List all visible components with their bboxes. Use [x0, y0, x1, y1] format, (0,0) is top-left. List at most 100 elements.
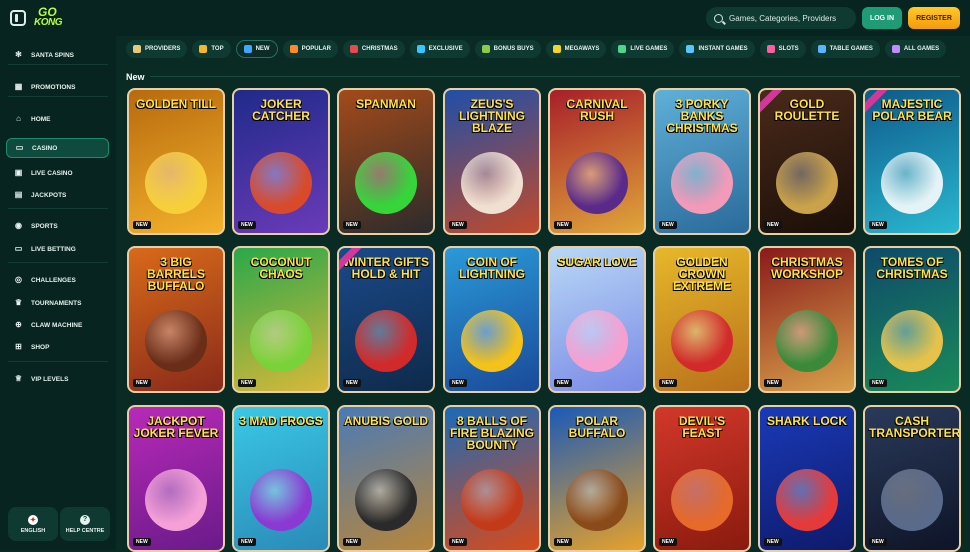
- game-title: ANUBIS GOLD: [344, 414, 428, 428]
- sidebar-item-sports[interactable]: ◉ SPORTS: [6, 216, 109, 236]
- tab-instant-games[interactable]: INSTANT GAMES: [679, 40, 755, 58]
- tab-label: BONUS BUYS: [493, 46, 534, 52]
- new-badge: NEW: [238, 538, 256, 546]
- sidebar-item-jackpots[interactable]: ▤ JACKPOTS: [6, 185, 109, 205]
- game-artwork: [566, 152, 628, 214]
- game-tile[interactable]: COCONUT CHAOS NEW: [232, 246, 330, 393]
- game-artwork: [776, 469, 838, 531]
- sidebar-item-live-casino[interactable]: ▣ LIVE CASINO: [6, 163, 109, 183]
- game-tile[interactable]: MAJESTIC POLAR BEAR NEW: [863, 88, 961, 235]
- game-tile[interactable]: GOLD ROULETTE NEW: [758, 88, 856, 235]
- game-title: DEVIL'S FEAST: [678, 414, 726, 440]
- game-tile[interactable]: 3 PORKY BANKS CHRISTMAS NEW: [653, 88, 751, 235]
- search-input[interactable]: [729, 13, 849, 23]
- sidebar-item-shop[interactable]: ⊞ SHOP: [6, 337, 109, 357]
- language-button[interactable]: ✦ ENGLISH: [8, 507, 58, 541]
- new-badge: NEW: [869, 221, 887, 229]
- game-artwork: [355, 310, 417, 372]
- sidebar-item-live-betting[interactable]: ▭ LIVE BETTING: [6, 239, 109, 259]
- tab-table-games[interactable]: TABLE GAMES: [810, 40, 880, 58]
- help-centre-button[interactable]: ? HELP CENTRE: [60, 507, 110, 541]
- sidebar-item-home[interactable]: ⌂ HOME: [6, 109, 109, 129]
- casino-chip-icon: ▭: [15, 143, 24, 152]
- sidebar-item-tournaments[interactable]: ♛ TOURNAMENTS: [6, 293, 109, 313]
- game-tile[interactable]: GOLDEN CROWN EXTREME NEW: [653, 246, 751, 393]
- new-badge: NEW: [133, 221, 151, 229]
- tab-exclusive[interactable]: EXCLUSIVE: [409, 40, 470, 58]
- tab-slots[interactable]: SLOTS: [759, 40, 806, 58]
- sidebar-item-label: LIVE CASINO: [31, 169, 73, 177]
- login-button[interactable]: LOG IN: [862, 7, 902, 29]
- game-tile[interactable]: TOMES OF CHRISTMAS NEW: [863, 246, 961, 393]
- game-tile[interactable]: ANUBIS GOLD NEW: [337, 405, 435, 552]
- game-tile[interactable]: COIN OF LIGHTNING NEW: [443, 246, 541, 393]
- search-box[interactable]: [706, 7, 856, 29]
- tab-popular[interactable]: POPULAR: [282, 40, 338, 58]
- game-artwork: [671, 152, 733, 214]
- sidebar-item-vip-levels[interactable]: ♕ VIP LEVELS: [6, 369, 109, 389]
- game-tile[interactable]: JACKPOT JOKER FEVER NEW: [127, 405, 225, 552]
- new-badge: NEW: [449, 538, 467, 546]
- tab-megaways[interactable]: MEGAWAYS: [545, 40, 607, 58]
- sidebar-item-label: PROMOTIONS: [31, 83, 76, 91]
- game-tile[interactable]: CASH TRANSPORTER NEW: [863, 405, 961, 552]
- new-badge: NEW: [133, 538, 151, 546]
- game-tile[interactable]: SHARK LOCK NEW: [758, 405, 856, 552]
- new-icon: [243, 45, 252, 53]
- tab-top[interactable]: TOP: [192, 40, 231, 58]
- sidebar-toggle-icon[interactable]: [10, 10, 26, 26]
- sidebar-item-santa-spins[interactable]: ✻ SANTA SPINS: [6, 45, 109, 65]
- sidebar-item-challenges[interactable]: ◎ CHALLENGES: [6, 270, 109, 290]
- all-games-icon: [891, 45, 900, 53]
- game-title: 3 PORKY BANKS CHRISTMAS: [666, 97, 738, 135]
- game-tile[interactable]: 8 BALLS OF FIRE BLAZING BOUNTY NEW: [443, 405, 541, 552]
- game-tile[interactable]: 3 MAD FROGS NEW: [232, 405, 330, 552]
- game-tile[interactable]: ZEUS'S LIGHTNING BLAZE NEW: [443, 88, 541, 235]
- game-tile[interactable]: 3 BIG BARRELS BUFFALO NEW: [127, 246, 225, 393]
- game-title: GOLDEN CROWN EXTREME: [672, 255, 731, 293]
- game-artwork: [881, 310, 943, 372]
- game-title: 8 BALLS OF FIRE BLAZING BOUNTY: [450, 414, 534, 452]
- tab-label: POPULAR: [301, 46, 331, 52]
- tab-label: TABLE GAMES: [829, 46, 873, 52]
- game-tile[interactable]: SUGAR LOVE NEW: [548, 246, 646, 393]
- tab-new[interactable]: NEW: [235, 40, 278, 58]
- game-tile[interactable]: WINTER GIFTS HOLD & HIT NEW: [337, 246, 435, 393]
- game-tile[interactable]: GOLDEN TILL NEW: [127, 88, 225, 235]
- sports-ball-icon: ◉: [15, 221, 22, 230]
- tab-label: NEW: [255, 46, 270, 52]
- sidebar-item-claw-machine[interactable]: ⊕ CLAW MACHINE: [6, 315, 109, 335]
- game-artwork: [776, 152, 838, 214]
- game-tile[interactable]: JOKER CATCHER NEW: [232, 88, 330, 235]
- bonus-buys-icon: [481, 45, 490, 53]
- tab-all-games[interactable]: ALL GAMES: [884, 40, 947, 58]
- tab-live-games[interactable]: LIVE GAMES: [611, 40, 675, 58]
- tab-label: INSTANT GAMES: [698, 46, 748, 52]
- gokong-logo[interactable]: GO KONG: [34, 4, 70, 32]
- help-label: HELP CENTRE: [65, 527, 105, 534]
- game-artwork: [461, 152, 523, 214]
- game-tile[interactable]: POLAR BUFFALO NEW: [548, 405, 646, 552]
- new-badge: NEW: [343, 221, 361, 229]
- search-icon: [714, 13, 723, 23]
- sidebar-divider: [8, 262, 108, 263]
- new-badge: NEW: [869, 538, 887, 546]
- register-button[interactable]: REGISTER: [908, 7, 960, 29]
- tab-providers[interactable]: PROVIDERS: [126, 40, 188, 58]
- game-artwork: [355, 152, 417, 214]
- challenges-icon: ◎: [15, 275, 22, 284]
- sidebar-item-promotions[interactable]: ▦ PROMOTIONS: [6, 77, 109, 97]
- game-artwork: [881, 152, 943, 214]
- new-badge: NEW: [659, 221, 677, 229]
- tab-bonus-buys[interactable]: BONUS BUYS: [474, 40, 541, 58]
- game-tile[interactable]: SPANMAN NEW: [337, 88, 435, 235]
- tab-christmas[interactable]: CHRISTMAS: [342, 40, 405, 58]
- game-artwork: [250, 152, 312, 214]
- game-title: CHRISTMAS WORKSHOP: [771, 255, 843, 281]
- game-artwork: [881, 469, 943, 531]
- game-tile[interactable]: CARNIVAL RUSH NEW: [548, 88, 646, 235]
- sidebar-item-casino[interactable]: ▭ CASINO: [6, 138, 109, 158]
- game-tile[interactable]: DEVIL'S FEAST NEW: [653, 405, 751, 552]
- game-tile[interactable]: CHRISTMAS WORKSHOP NEW: [758, 246, 856, 393]
- top-bar: GO KONG LOG IN REGISTER: [0, 0, 970, 36]
